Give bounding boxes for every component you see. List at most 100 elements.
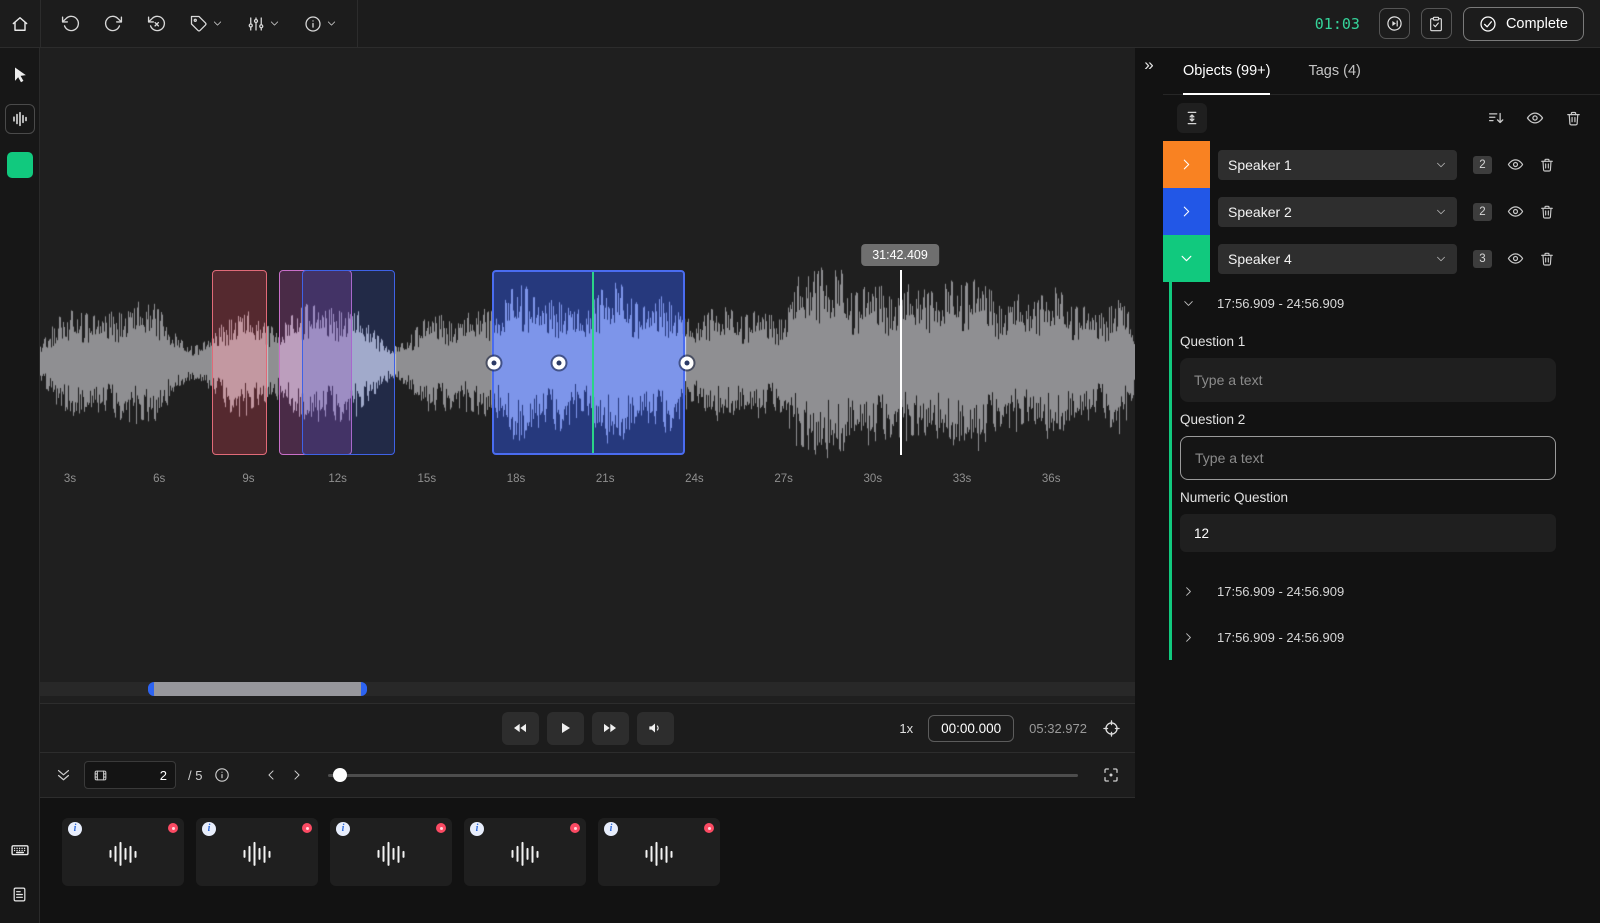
frame-slider-track[interactable] — [328, 774, 1078, 777]
object-row[interactable]: Speaker 2 2 — [1163, 188, 1600, 235]
toggle-all-visibility-button[interactable] — [1526, 109, 1544, 127]
collapse-strip-button[interactable] — [55, 767, 72, 784]
tags-menu-button[interactable] — [190, 15, 223, 33]
region-resize-handle[interactable] — [681, 356, 694, 369]
playback-speed[interactable]: 1x — [899, 721, 913, 736]
delete-all-button[interactable] — [1565, 110, 1582, 127]
complete-button[interactable]: Complete — [1463, 7, 1584, 41]
object-row[interactable]: Speaker 4 3 — [1163, 235, 1600, 282]
home-button[interactable] — [0, 0, 41, 47]
info-icon[interactable]: i — [336, 822, 350, 836]
waveform-tool-icon — [11, 110, 29, 128]
frame-slider[interactable] — [328, 761, 1078, 789]
pointer-tool-button[interactable] — [2, 56, 38, 94]
audio-annotation-app: 01:03 Complete — [0, 0, 1600, 923]
audio-clip-card[interactable]: i — [330, 818, 452, 886]
audio-clip-card[interactable]: i — [62, 818, 184, 886]
delete-button[interactable] — [1539, 157, 1555, 173]
next-frame-button[interactable] — [290, 768, 304, 782]
playhead[interactable] — [900, 270, 902, 455]
rewind-button[interactable] — [502, 712, 539, 745]
fast-forward-button[interactable] — [592, 712, 629, 745]
speaker-class-dropdown[interactable]: Speaker 2 — [1218, 197, 1457, 227]
focus-view-button[interactable] — [1102, 766, 1120, 784]
question2-label: Question 2 — [1180, 412, 1556, 427]
play-button[interactable] — [547, 712, 584, 745]
visibility-button[interactable] — [1507, 203, 1524, 220]
tasks-button[interactable] — [1421, 8, 1452, 39]
timeline-scrollbar[interactable] — [40, 675, 1135, 703]
annotation-region[interactable] — [302, 270, 395, 455]
reset-icon — [147, 14, 166, 33]
frame-slider-handle[interactable] — [333, 768, 347, 782]
delete-button[interactable] — [1539, 251, 1555, 267]
question1-input[interactable] — [1180, 358, 1556, 402]
region-resize-handle[interactable] — [553, 356, 566, 369]
frames-info-button[interactable] — [214, 767, 230, 783]
timeline-scrollbar-track[interactable] — [40, 682, 1135, 696]
total-duration: 05:32.972 — [1029, 721, 1087, 736]
timeline-scrollbar-handle[interactable] — [148, 682, 367, 696]
speaker-name: Speaker 4 — [1228, 251, 1292, 267]
panel-settings-button[interactable] — [1177, 103, 1207, 133]
scrollbar-right-grip[interactable] — [361, 682, 367, 696]
instance-header[interactable]: 17:56.909 - 24:56.909 — [1180, 282, 1556, 324]
annotation-region[interactable] — [492, 270, 685, 455]
region-resize-handle[interactable] — [488, 356, 501, 369]
speaker-name: Speaker 2 — [1228, 204, 1292, 220]
chevron-down-icon — [269, 18, 280, 29]
frames-bar: 2 / 5 — [40, 752, 1135, 797]
eye-icon — [1507, 156, 1524, 173]
objects-toolbar — [1163, 95, 1600, 141]
info-icon[interactable]: i — [470, 822, 484, 836]
current-time[interactable]: 00:00.000 — [928, 715, 1014, 742]
active-class-color-swatch[interactable] — [7, 152, 33, 178]
info-icon[interactable]: i — [202, 822, 216, 836]
sort-objects-button[interactable] — [1487, 109, 1505, 127]
instance-range: 17:56.909 - 24:56.909 — [1217, 584, 1344, 599]
object-color-block[interactable] — [1163, 188, 1210, 235]
shortcuts-button[interactable] — [2, 831, 38, 869]
object-row[interactable]: Speaker 1 2 — [1163, 141, 1600, 188]
visibility-button[interactable] — [1507, 156, 1524, 173]
question2-input[interactable] — [1180, 436, 1556, 480]
notes-button[interactable] — [2, 875, 38, 913]
submit-next-button[interactable] — [1379, 8, 1410, 39]
redo-button[interactable] — [104, 14, 123, 33]
audio-clip-card[interactable]: i — [464, 818, 586, 886]
frame-number[interactable]: 2 — [116, 768, 167, 783]
numeric-question-input[interactable] — [1180, 514, 1556, 552]
audio-region-tool-button[interactable] — [5, 104, 35, 134]
audio-clip-card[interactable]: i — [598, 818, 720, 886]
instance-row[interactable]: 17:56.909 - 24:56.909 — [1180, 614, 1556, 660]
info-icon[interactable]: i — [68, 822, 82, 836]
follow-playhead-button[interactable] — [1102, 719, 1121, 738]
volume-button[interactable] — [637, 712, 674, 745]
chevron-right-icon — [1179, 157, 1194, 172]
chevron-right-icon — [1182, 631, 1195, 644]
scrollbar-left-grip[interactable] — [148, 682, 154, 696]
instance-row[interactable]: 17:56.909 - 24:56.909 — [1180, 568, 1556, 614]
speaker-class-dropdown[interactable]: Speaker 1 — [1218, 150, 1457, 180]
waveform-area[interactable]: 3s6s9s12s15s18s21s24s27s30s33s36s 31:42.… — [40, 48, 1135, 675]
numeric-question-label: Numeric Question — [1180, 490, 1556, 505]
annotation-region[interactable] — [212, 270, 267, 455]
visibility-button[interactable] — [1507, 250, 1524, 267]
info-icon[interactable]: i — [604, 822, 618, 836]
home-icon — [10, 14, 30, 34]
tab-objects[interactable]: Objects (99+) — [1183, 48, 1270, 94]
object-color-block[interactable] — [1163, 141, 1210, 188]
panel-collapse-gutter: » — [1135, 48, 1163, 923]
collapse-panel-icon[interactable]: » — [1144, 56, 1153, 73]
speaker-class-dropdown[interactable]: Speaker 4 — [1218, 244, 1457, 274]
tab-tags[interactable]: Tags (4) — [1308, 48, 1360, 94]
undo-button[interactable] — [61, 14, 80, 33]
prev-frame-button[interactable] — [264, 768, 278, 782]
object-color-block[interactable] — [1163, 235, 1210, 282]
audio-clip-card[interactable]: i — [196, 818, 318, 886]
reset-annotations-button[interactable] — [147, 14, 166, 33]
delete-button[interactable] — [1539, 204, 1555, 220]
adjustments-menu-button[interactable] — [247, 15, 280, 33]
frame-number-box[interactable]: 2 — [84, 761, 176, 789]
info-menu-button[interactable] — [304, 15, 337, 33]
